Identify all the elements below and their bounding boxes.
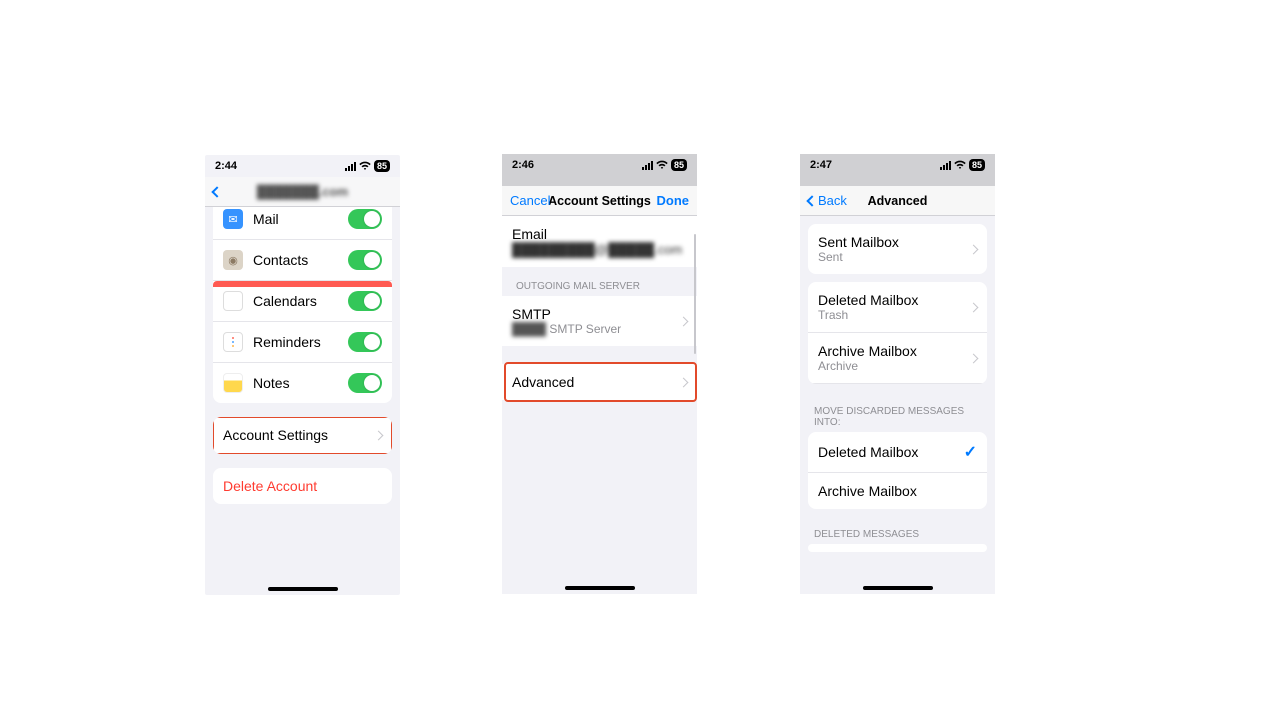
- row-contacts: ◉ Contacts: [213, 240, 392, 281]
- row-label: Contacts: [253, 252, 348, 268]
- signal-icon: [345, 162, 356, 171]
- status-right: 85: [345, 160, 390, 172]
- signal-icon: [940, 161, 951, 170]
- chevron-right-icon: [374, 430, 384, 440]
- chevron-right-icon: [969, 353, 979, 363]
- check-icon: ✓: [964, 442, 977, 462]
- row-archive-mailbox[interactable]: Archive Mailbox Archive: [808, 333, 987, 384]
- chevron-right-icon: [679, 377, 689, 387]
- option-deleted-mailbox[interactable]: Deleted Mailbox ✓: [808, 432, 987, 473]
- status-time: 2:44: [215, 160, 237, 172]
- chevron-right-icon: [679, 316, 689, 326]
- row-label: Delete Account: [223, 478, 382, 494]
- done-button[interactable]: Done: [657, 193, 690, 208]
- row-smtp[interactable]: SMTP ████ ████ SMTP ServerSMTP Server: [502, 296, 697, 346]
- wifi-icon: [359, 161, 371, 171]
- reminders-icon: [223, 332, 243, 352]
- chevron-left-icon: [806, 195, 817, 206]
- status-time: 2:46: [512, 159, 534, 171]
- row-label: Advanced: [512, 374, 680, 390]
- row-label: Calendars: [253, 293, 348, 309]
- contacts-icon: ◉: [223, 250, 243, 270]
- home-indicator: [863, 586, 933, 590]
- nav-bar: Cancel Account Settings Done: [502, 186, 697, 216]
- row-reminders: Reminders: [213, 322, 392, 363]
- section-move: MOVE DISCARDED MESSAGES INTO:: [800, 384, 995, 432]
- wifi-icon: [656, 160, 668, 170]
- row-deleted-mailbox[interactable]: Deleted Mailbox Trash: [808, 282, 987, 333]
- delete-account-button[interactable]: Delete Account: [213, 468, 392, 504]
- toggle-reminders[interactable]: [348, 332, 382, 352]
- advanced-button[interactable]: Advanced: [502, 364, 697, 400]
- calendar-icon: [223, 291, 243, 311]
- row-notes: Notes: [213, 363, 392, 403]
- nav-bar: Back Advanced: [800, 186, 995, 216]
- row-label: Deleted Mailbox: [818, 444, 964, 460]
- toggle-notes[interactable]: [348, 373, 382, 393]
- back-button[interactable]: Back: [808, 193, 847, 208]
- status-right: 85: [642, 159, 687, 171]
- toggle-contacts[interactable]: [348, 250, 382, 270]
- wifi-icon: [954, 160, 966, 170]
- email-value: █████████@█████.com: [512, 242, 682, 257]
- chevron-right-icon: [969, 244, 979, 254]
- screenshot-account-settings: 2:46 85 Cancel Account Settings Done Ema…: [502, 154, 697, 594]
- smtp-value: ████ ████ SMTP ServerSMTP Server: [512, 322, 680, 336]
- status-time: 2:47: [810, 159, 832, 171]
- deleted-label: Deleted Mailbox: [818, 292, 970, 308]
- signal-icon: [642, 161, 653, 170]
- section-outgoing: OUTGOING MAIL SERVER: [502, 267, 697, 296]
- smtp-label: SMTP: [512, 306, 680, 322]
- archive-value: Archive: [818, 359, 970, 373]
- screenshot-advanced: 2:47 85 Back Advanced Sent Mailbox Sent …: [800, 154, 995, 594]
- cancel-button[interactable]: Cancel: [510, 193, 550, 208]
- status-bar: 2:44 85: [205, 155, 400, 177]
- back-button[interactable]: [213, 188, 221, 196]
- toggle-mail[interactable]: [348, 209, 382, 229]
- scroll-indicator[interactable]: [694, 234, 696, 354]
- status-right: 85: [940, 159, 985, 171]
- archive-label: Archive Mailbox: [818, 343, 970, 359]
- status-bar: 2:47 85: [800, 154, 995, 176]
- home-indicator: [565, 586, 635, 590]
- row-label: Archive Mailbox: [818, 483, 977, 499]
- battery-icon: 85: [374, 160, 390, 172]
- home-indicator: [268, 587, 338, 591]
- row-partial[interactable]: [808, 544, 987, 552]
- mail-icon: ✉: [223, 209, 243, 229]
- section-deleted-messages: DELETED MESSAGES: [800, 509, 995, 544]
- row-calendars: Calendars: [213, 281, 392, 322]
- toggle-calendars[interactable]: [348, 291, 382, 311]
- screenshot-account: 2:44 85 ███████.com ✉ Mail ◉ Contacts Ca…: [205, 155, 400, 595]
- nav-bar: ███████.com: [205, 177, 400, 207]
- row-sent-mailbox[interactable]: Sent Mailbox Sent: [808, 224, 987, 274]
- nav-title: ███████.com: [205, 185, 400, 199]
- status-bar: 2:46 85: [502, 154, 697, 176]
- account-settings-button[interactable]: Account Settings: [213, 417, 392, 454]
- chevron-right-icon: [969, 302, 979, 312]
- deleted-value: Trash: [818, 308, 970, 322]
- row-label: Account Settings: [223, 427, 375, 443]
- notes-icon: [223, 373, 243, 393]
- option-archive-mailbox[interactable]: Archive Mailbox: [808, 473, 987, 509]
- sent-value: Sent: [818, 250, 970, 264]
- chevron-left-icon: [211, 186, 222, 197]
- battery-icon: 85: [671, 159, 687, 171]
- row-mail: ✉ Mail: [213, 207, 392, 240]
- row-label: Reminders: [253, 334, 348, 350]
- battery-icon: 85: [969, 159, 985, 171]
- row-label: Notes: [253, 375, 348, 391]
- email-label: Email: [512, 226, 682, 242]
- row-email[interactable]: Email █████████@█████.com: [502, 216, 697, 267]
- row-label: Mail: [253, 211, 348, 227]
- sent-label: Sent Mailbox: [818, 234, 970, 250]
